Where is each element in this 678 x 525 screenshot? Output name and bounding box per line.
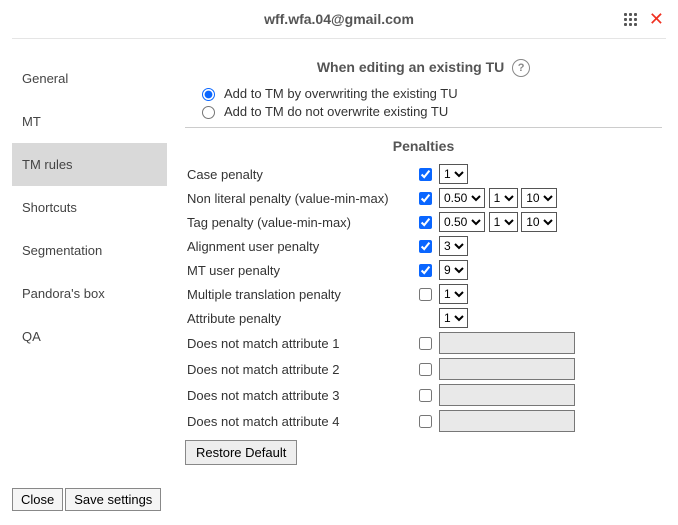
tag-min-select[interactable]: 1 (489, 212, 518, 232)
editing-heading-text: When editing an existing TU (317, 59, 504, 75)
row-align: Alignment user penalty 3 (185, 234, 662, 258)
attr-label: Attribute penalty (185, 306, 413, 330)
case-select[interactable]: 1 (439, 164, 468, 184)
radio-no-overwrite-label: Add to TM do not overwrite existing TU (224, 104, 448, 119)
nonlit-check[interactable] (419, 192, 432, 205)
multi-label: Multiple translation penalty (185, 282, 413, 306)
radio-no-overwrite-input[interactable] (202, 106, 215, 119)
main-panel: When editing an existing TU ? Add to TM … (167, 49, 666, 465)
nm2-check[interactable] (419, 363, 432, 376)
nonlit-min-select[interactable]: 1 (489, 188, 518, 208)
case-check[interactable] (419, 168, 432, 181)
nonlit-value-select[interactable]: 0.50 (439, 188, 485, 208)
radio-overwrite-input[interactable] (202, 88, 215, 101)
tag-label: Tag penalty (value-min-max) (185, 210, 413, 234)
footer: Close Save settings (12, 488, 161, 511)
multi-check[interactable] (419, 288, 432, 301)
nm1-input[interactable] (439, 332, 575, 354)
row-nm2: Does not match attribute 2 (185, 356, 662, 382)
nm2-label: Does not match attribute 2 (185, 356, 413, 382)
row-tag: Tag penalty (value-min-max) 0.50 1 10 (185, 210, 662, 234)
sidebar-item-tm-rules[interactable]: TM rules (12, 143, 167, 186)
radio-overwrite-label: Add to TM by overwriting the existing TU (224, 86, 458, 101)
editing-heading: When editing an existing TU ? (185, 59, 662, 77)
radio-overwrite[interactable]: Add to TM by overwriting the existing TU (197, 85, 662, 101)
nm4-label: Does not match attribute 4 (185, 408, 413, 434)
divider (185, 127, 662, 128)
tag-max-select[interactable]: 10 (521, 212, 557, 232)
sidebar: General MT TM rules Shortcuts Segmentati… (12, 57, 167, 465)
help-icon[interactable]: ? (512, 59, 530, 77)
restore-default-button[interactable]: Restore Default (185, 440, 297, 465)
penalties-table: Case penalty 1 Non literal penalty (valu… (185, 162, 662, 434)
align-label: Alignment user penalty (185, 234, 413, 258)
nm2-input[interactable] (439, 358, 575, 380)
align-select[interactable]: 3 (439, 236, 468, 256)
case-label: Case penalty (185, 162, 413, 186)
sidebar-item-segmentation[interactable]: Segmentation (12, 229, 167, 272)
nm3-check[interactable] (419, 389, 432, 402)
nm4-check[interactable] (419, 415, 432, 428)
nm4-input[interactable] (439, 410, 575, 432)
attr-select[interactable]: 1 (439, 308, 468, 328)
row-nm3: Does not match attribute 3 (185, 382, 662, 408)
align-check[interactable] (419, 240, 432, 253)
multi-select[interactable]: 1 (439, 284, 468, 304)
nonlit-label: Non literal penalty (value-min-max) (185, 186, 413, 210)
drag-grip-icon[interactable] (624, 13, 637, 26)
tag-check[interactable] (419, 216, 432, 229)
sidebar-item-mt[interactable]: MT (12, 100, 167, 143)
nm3-input[interactable] (439, 384, 575, 406)
window-title: wff.wfa.04@gmail.com (264, 11, 414, 27)
nm3-label: Does not match attribute 3 (185, 382, 413, 408)
close-button[interactable]: Close (12, 488, 63, 511)
tag-value-select[interactable]: 0.50 (439, 212, 485, 232)
row-nm4: Does not match attribute 4 (185, 408, 662, 434)
sidebar-item-pandoras-box[interactable]: Pandora's box (12, 272, 167, 315)
mtuser-check[interactable] (419, 264, 432, 277)
mtuser-label: MT user penalty (185, 258, 413, 282)
title-bar: wff.wfa.04@gmail.com ✕ (0, 0, 678, 38)
mtuser-select[interactable]: 9 (439, 260, 468, 280)
row-multi: Multiple translation penalty 1 (185, 282, 662, 306)
nm1-label: Does not match attribute 1 (185, 330, 413, 356)
sidebar-item-qa[interactable]: QA (12, 315, 167, 358)
row-mtuser: MT user penalty 9 (185, 258, 662, 282)
row-nm1: Does not match attribute 1 (185, 330, 662, 356)
row-case: Case penalty 1 (185, 162, 662, 186)
row-attr: Attribute penalty 1 (185, 306, 662, 330)
sidebar-item-general[interactable]: General (12, 57, 167, 100)
save-settings-button[interactable]: Save settings (65, 488, 161, 511)
nonlit-max-select[interactable]: 10 (521, 188, 557, 208)
sidebar-item-shortcuts[interactable]: Shortcuts (12, 186, 167, 229)
nm1-check[interactable] (419, 337, 432, 350)
row-nonliteral: Non literal penalty (value-min-max) 0.50… (185, 186, 662, 210)
penalties-heading: Penalties (185, 138, 662, 154)
radio-no-overwrite[interactable]: Add to TM do not overwrite existing TU (197, 103, 662, 119)
close-icon[interactable]: ✕ (649, 10, 664, 28)
